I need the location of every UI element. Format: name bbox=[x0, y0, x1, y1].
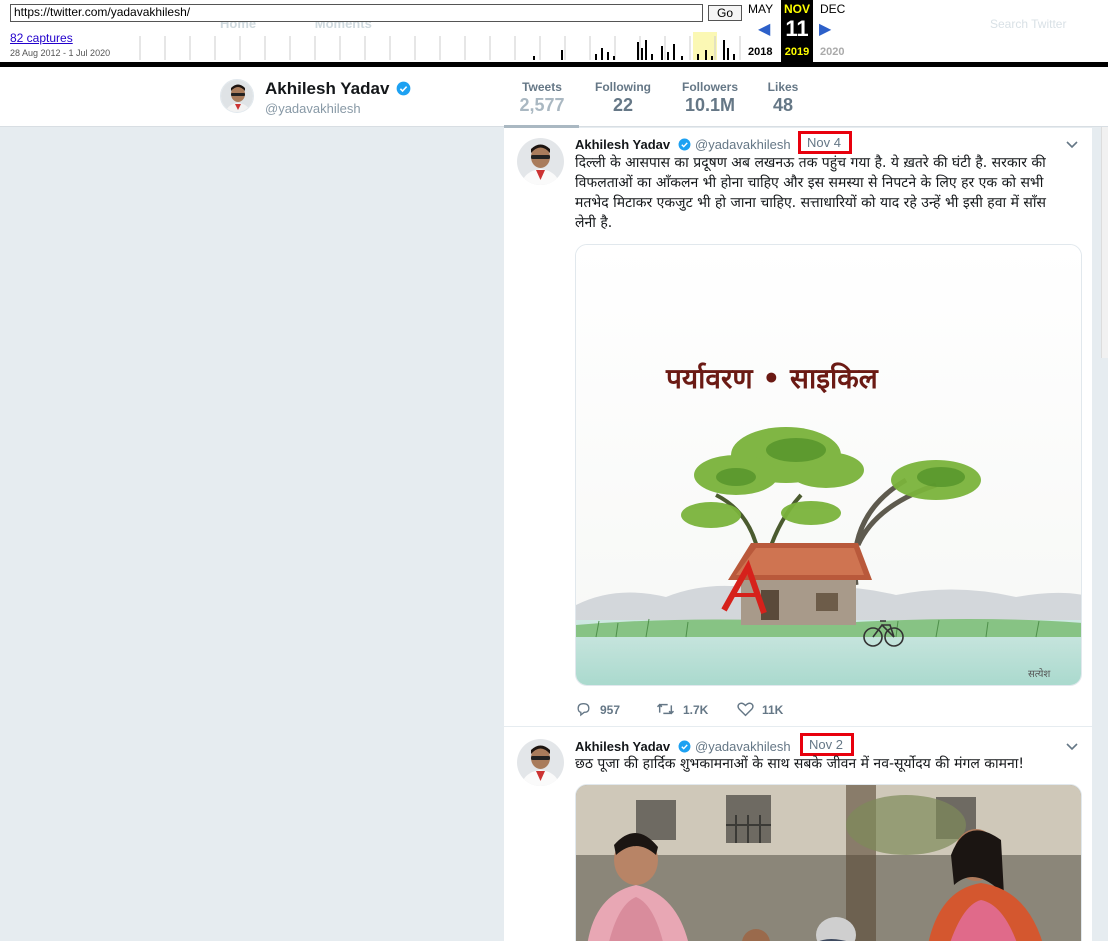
stat-following-value: 22 bbox=[612, 95, 634, 115]
tweet-timestamp[interactable]: Nov 2 bbox=[800, 733, 854, 756]
reply-icon bbox=[577, 702, 590, 717]
stat-following-label: Following bbox=[595, 80, 651, 94]
verified-badge-icon bbox=[678, 740, 691, 753]
stat-likes-label: Likes bbox=[767, 80, 799, 94]
tweet-media-image[interactable] bbox=[575, 784, 1082, 941]
tweet[interactable]: Akhilesh Yadav @yadavakhilesh Nov 4 दिल्… bbox=[504, 128, 1092, 726]
stat-likes[interactable]: Likes 48 bbox=[760, 80, 806, 116]
profile-handle[interactable]: @yadavakhilesh bbox=[265, 101, 361, 116]
tweet-timestamp[interactable]: Nov 4 bbox=[798, 131, 852, 154]
stat-following[interactable]: Following 22 bbox=[590, 80, 656, 116]
tweet-text-line: लेनी है. bbox=[575, 215, 613, 231]
like-button[interactable]: 11K bbox=[737, 701, 783, 717]
stat-likes-value: 48 bbox=[772, 95, 794, 115]
retweet-count: 1.7K bbox=[683, 703, 709, 717]
capture-sparkline[interactable] bbox=[115, 30, 745, 60]
tweet-text-line: विफलताओं का आँकलन भी होना चाहिए और इस सम… bbox=[575, 175, 1044, 191]
tweet-text: दिल्ली के आसपास का प्रदूषण अब लखनऊ तक पह… bbox=[575, 153, 1080, 233]
tweet-author-name[interactable]: Akhilesh Yadav bbox=[575, 739, 670, 754]
tweet-author-name[interactable]: Akhilesh Yadav bbox=[575, 137, 670, 152]
captures-link[interactable]: 82 captures bbox=[10, 31, 73, 45]
stat-tweets-value: 2,577 bbox=[519, 95, 565, 115]
profile-avatar[interactable] bbox=[220, 79, 254, 113]
prev-year-label[interactable]: 2018 bbox=[748, 46, 772, 58]
stat-followers-value: 10.1M bbox=[684, 95, 736, 115]
tweet-media-image[interactable]: पर्यावरण • साइकिल सत्येश bbox=[575, 244, 1082, 686]
current-day: 11 bbox=[785, 16, 809, 41]
next-year-label[interactable]: 2020 bbox=[820, 46, 844, 58]
heart-icon bbox=[737, 702, 754, 717]
next-arrow-icon[interactable]: ▶ bbox=[819, 19, 831, 39]
reply-count: 957 bbox=[600, 703, 621, 717]
wayback-url-input[interactable]: https://twitter.com/yadavakhilesh/ bbox=[10, 4, 703, 22]
stat-followers-label: Followers bbox=[681, 80, 738, 94]
stat-followers[interactable]: Followers 10.1M bbox=[677, 80, 743, 116]
media-signature-text: सत्येश bbox=[1028, 668, 1050, 680]
current-month: NOV bbox=[783, 2, 810, 16]
stat-tweets[interactable]: Tweets 2,577 bbox=[509, 80, 575, 116]
tweet-avatar[interactable] bbox=[517, 739, 564, 786]
go-button[interactable]: Go bbox=[708, 5, 742, 21]
media-caption-text: पर्यावरण • साइकिल bbox=[665, 362, 879, 395]
retweet-button[interactable]: 1.7K bbox=[656, 701, 708, 717]
tweet-timeline: Akhilesh Yadav @yadavakhilesh Nov 4 दिल्… bbox=[504, 128, 1092, 941]
tweet-author-handle[interactable]: @yadavakhilesh bbox=[695, 137, 791, 152]
reply-button[interactable]: 957 bbox=[575, 701, 620, 717]
wayback-toolbar: Home Moments Search Twitter https://twit… bbox=[0, 0, 1108, 63]
retweet-icon bbox=[656, 703, 675, 715]
tweet[interactable]: Akhilesh Yadav @yadavakhilesh Nov 2 छठ प… bbox=[504, 727, 1092, 941]
tweet-text-line: दिल्ली के आसपास का प्रदूषण अब लखनऊ तक पह… bbox=[575, 155, 1046, 171]
verified-badge-icon bbox=[396, 81, 411, 96]
like-count: 11K bbox=[762, 703, 784, 717]
tweet-text-line: मतभेद मिटाकर एकजुट भी हो जाना चाहिए. सत्… bbox=[575, 195, 1046, 211]
current-year: 2019 bbox=[784, 46, 810, 58]
stat-tweets-label: Tweets bbox=[522, 80, 562, 94]
verified-badge-icon bbox=[678, 138, 691, 151]
search-twitter-ghost: Search Twitter bbox=[990, 17, 1067, 31]
prev-month-label: MAY bbox=[748, 2, 774, 16]
capture-date-range: 28 Aug 2012 - 1 Jul 2020 bbox=[10, 48, 111, 58]
tweet-text-line: छठ पूजा की हार्दिक शुभकामनाओं के साथ सबक… bbox=[575, 756, 1025, 772]
tweet-menu-caret-icon[interactable] bbox=[1066, 138, 1078, 152]
prev-arrow-icon[interactable]: ◀ bbox=[758, 19, 770, 39]
tweet-author-handle[interactable]: @yadavakhilesh bbox=[695, 739, 791, 754]
tweet-avatar[interactable] bbox=[517, 138, 564, 185]
tweet-menu-caret-icon[interactable] bbox=[1066, 740, 1078, 754]
profile-name[interactable]: Akhilesh Yadav bbox=[265, 79, 411, 99]
tweet-text: छठ पूजा की हार्दिक शुभकामनाओं के साथ सबक… bbox=[575, 754, 1080, 774]
next-month-label: DEC bbox=[820, 2, 846, 16]
